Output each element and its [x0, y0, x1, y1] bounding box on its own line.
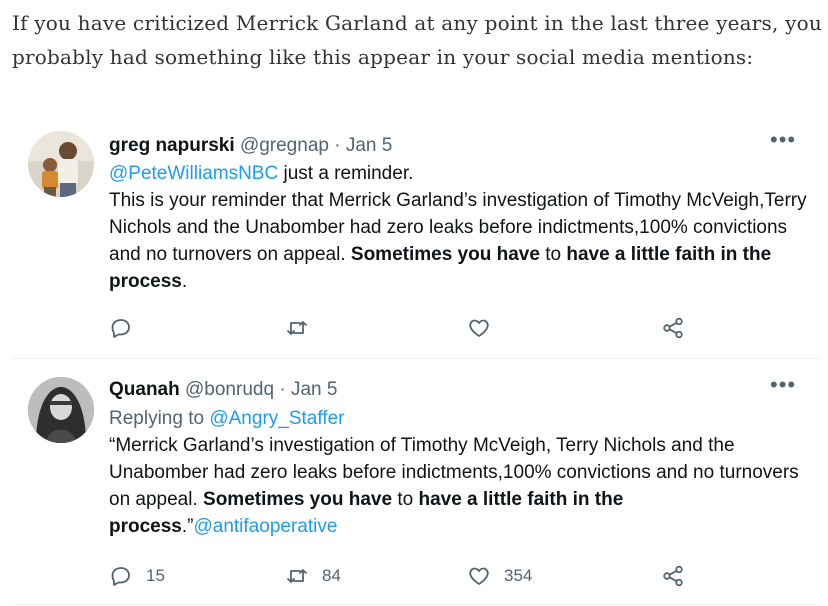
heart-icon — [469, 319, 489, 337]
like-count: 354 — [504, 566, 533, 585]
share-icon — [663, 565, 683, 587]
mention-link[interactable]: @PeteWilliamsNBC — [109, 163, 278, 184]
tweet-text: @PeteWilliamsNBC just a reminder. This is… — [109, 160, 809, 295]
reply-count: 15 — [146, 566, 165, 585]
tweet-text-fragment: .” — [181, 516, 194, 537]
display-name[interactable]: greg napurski — [109, 135, 235, 156]
replying-to-label: Replying to — [109, 408, 210, 429]
avatar[interactable] — [28, 377, 94, 443]
tweet-card[interactable]: greg napurski @gregnap · Jan 5 ••• @Pete… — [12, 118, 820, 358]
tweet-text: Replying to @Angry_Staffer “Merrick Garla… — [109, 405, 809, 540]
separator: · — [279, 379, 286, 400]
reply-button[interactable]: 15 — [109, 562, 165, 590]
more-horizontal-icon[interactable]: ••• — [770, 374, 796, 399]
tweet-text-fragment: just a reminder. — [278, 163, 414, 184]
article-intro-paragraph: If you have criticized Merrick Garland a… — [12, 11, 822, 69]
separator: · — [334, 135, 341, 156]
like-button[interactable] — [467, 314, 504, 342]
bold-text: Sometimes you have — [350, 244, 540, 265]
more-horizontal-icon[interactable]: ••• — [770, 129, 796, 154]
tweet-date[interactable]: Jan 5 — [346, 135, 392, 156]
reply-icon — [111, 567, 130, 586]
tweet-actions — [109, 314, 709, 342]
retweet-count: 84 — [322, 566, 341, 585]
retweet-icon — [287, 321, 307, 335]
tweet-text-fragment: to — [392, 489, 419, 510]
reply-icon — [111, 319, 130, 338]
share-button[interactable] — [661, 314, 685, 342]
handle[interactable]: @bonrudq — [185, 379, 274, 400]
bold-text: Sometimes you have — [203, 489, 393, 510]
tweet-actions: 15 84 354 — [109, 562, 709, 590]
mention-link[interactable]: @Angry_Staffer — [209, 408, 344, 429]
tweet-header: Quanah @bonrudq · Jan 5 — [109, 378, 337, 402]
retweet-button[interactable]: 84 — [285, 562, 341, 590]
mention-link[interactable]: @antifaoperative — [193, 516, 337, 537]
tweet-text-fragment: . — [181, 271, 188, 292]
share-button[interactable] — [661, 562, 685, 590]
avatar[interactable] — [28, 131, 94, 197]
heart-icon — [469, 567, 489, 585]
tweet-card[interactable]: Quanah @bonrudq · Jan 5 ••• Replying to … — [12, 358, 820, 606]
reply-button[interactable] — [109, 314, 146, 342]
share-icon — [663, 317, 683, 339]
divider — [12, 604, 820, 605]
display-name[interactable]: Quanah — [109, 379, 180, 400]
tweet-text-fragment: to — [539, 244, 567, 265]
handle[interactable]: @gregnap — [240, 135, 329, 156]
tweet-date[interactable]: Jan 5 — [291, 379, 337, 400]
tweet-header: greg napurski @gregnap · Jan 5 — [109, 134, 392, 158]
retweet-icon — [287, 569, 307, 583]
like-button[interactable]: 354 — [467, 562, 532, 590]
retweet-button[interactable] — [285, 314, 322, 342]
